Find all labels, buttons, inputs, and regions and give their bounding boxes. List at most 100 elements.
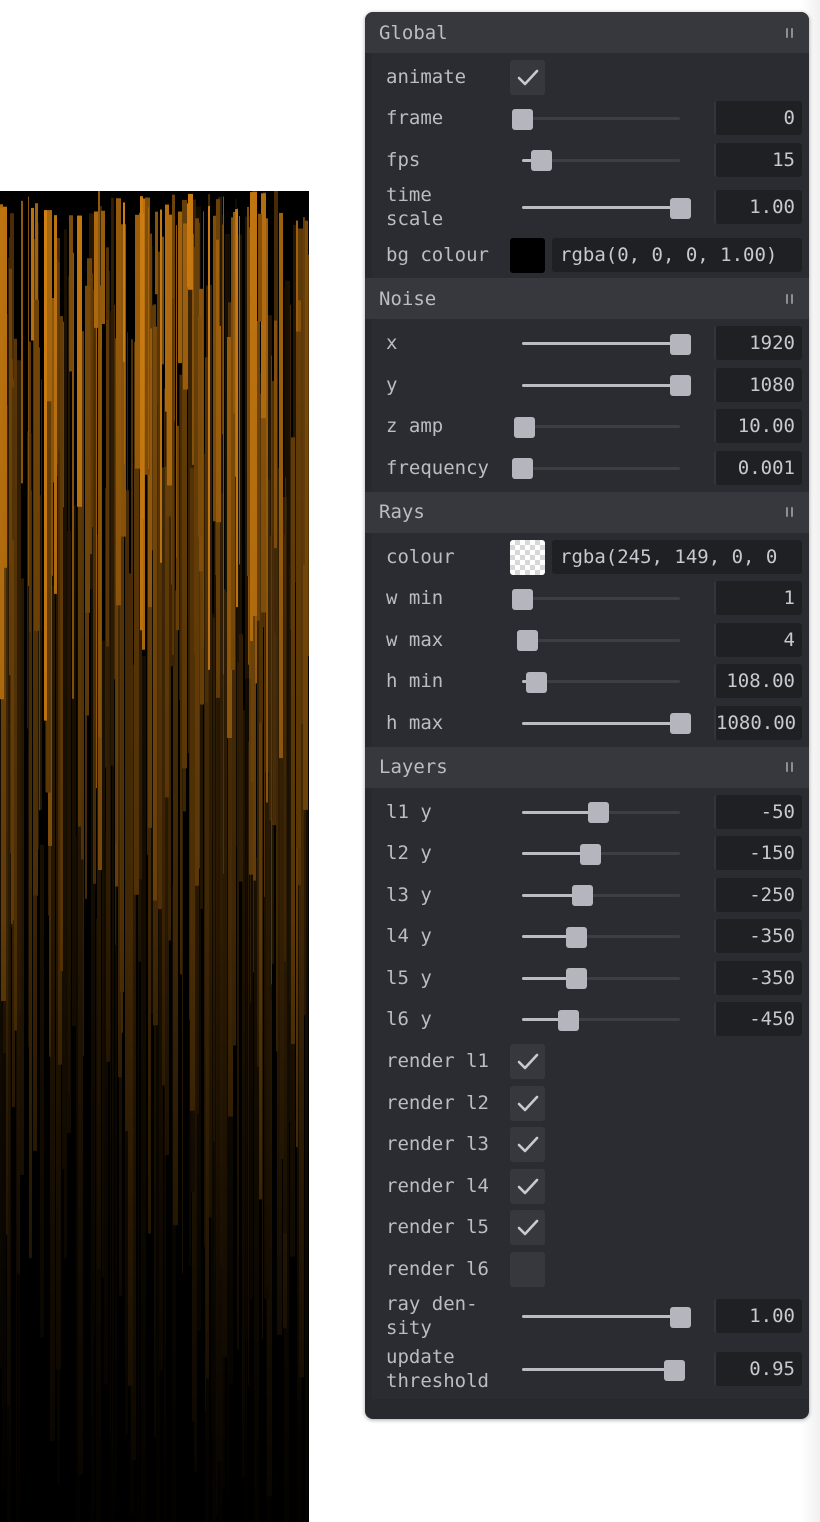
slider-handle[interactable] xyxy=(513,416,535,438)
h-max-value-input[interactable]: 1080.00 xyxy=(714,705,802,740)
l5-y-value-input[interactable]: -350 xyxy=(714,960,802,995)
folder-header-global[interactable]: Global xyxy=(365,12,809,53)
slider-handle[interactable] xyxy=(512,108,533,130)
x-value-input[interactable]: 1920 xyxy=(714,326,802,361)
w-max-slider[interactable] xyxy=(516,630,680,652)
colour-text-input[interactable]: rgba(245, 149, 0, 0 xyxy=(552,539,802,574)
control-row-ray-density: ray den-sity 1.00 xyxy=(372,1290,809,1343)
control-label: z amp xyxy=(386,415,444,438)
h-max-slider[interactable] xyxy=(522,713,691,735)
render-l4-checkbox[interactable] xyxy=(510,1168,545,1204)
frequency-value-input[interactable]: 0.001 xyxy=(714,450,802,485)
folder-body-noise: x 1920 y 1080 z amp 10.00 frequency 0.001 xyxy=(372,319,809,492)
control-label: frequency xyxy=(386,456,489,479)
control-label: ray den-sity xyxy=(372,1292,510,1340)
control-area: 10.00 xyxy=(510,406,809,448)
slider-fill xyxy=(522,1315,680,1319)
slider-handle[interactable] xyxy=(579,843,601,865)
slider-handle[interactable] xyxy=(516,630,538,652)
l3-y-slider[interactable] xyxy=(522,885,680,907)
control-label: colour xyxy=(386,545,455,568)
l2-y-value-input[interactable]: -150 xyxy=(714,836,802,871)
y-value-input[interactable]: 1080 xyxy=(714,367,802,402)
control-area: rgba(245, 149, 0, 0 xyxy=(510,536,809,578)
frame-slider[interactable] xyxy=(512,108,680,130)
l2-y-slider[interactable] xyxy=(522,843,680,865)
folder-header-rays[interactable]: Rays xyxy=(365,491,809,533)
colour-swatch[interactable] xyxy=(510,539,545,575)
collapse-icon[interactable] xyxy=(783,760,795,774)
y-slider[interactable] xyxy=(522,375,691,397)
slider-handle[interactable] xyxy=(557,1009,579,1031)
frequency-slider[interactable] xyxy=(512,458,680,480)
h-min-value-input[interactable]: 108.00 xyxy=(714,664,802,699)
slider-handle[interactable] xyxy=(565,968,587,990)
render-l5-checkbox[interactable] xyxy=(510,1210,545,1246)
l4-y-slider[interactable] xyxy=(522,926,680,948)
slider-handle[interactable] xyxy=(565,926,587,948)
control-row-render-l1: render l1 xyxy=(372,1040,809,1082)
l1-y-slider[interactable] xyxy=(522,802,680,824)
l6-y-value-input[interactable]: -450 xyxy=(714,1002,802,1037)
collapse-icon[interactable] xyxy=(783,26,795,40)
w-min-slider[interactable] xyxy=(512,588,680,610)
h-min-slider[interactable] xyxy=(522,671,680,693)
slider-handle[interactable] xyxy=(670,197,691,219)
ray-density-value-input[interactable]: 1.00 xyxy=(714,1299,802,1334)
checkmark-icon xyxy=(517,1220,539,1236)
control-label: l6 y xyxy=(386,1008,432,1031)
slider-handle[interactable] xyxy=(512,588,533,610)
ray-density-slider[interactable] xyxy=(522,1306,691,1328)
control-area: 1080 xyxy=(510,364,809,406)
l3-y-value-input[interactable]: -250 xyxy=(714,877,802,912)
slider-fill xyxy=(522,206,680,210)
control-label: fps xyxy=(386,148,421,171)
l4-y-value-input[interactable]: -350 xyxy=(714,919,802,954)
time-scale-value-input[interactable]: 1.00 xyxy=(714,190,802,225)
fps-slider[interactable] xyxy=(522,150,680,172)
control-row-frequency: frequency 0.001 xyxy=(372,447,809,489)
folder-header-noise[interactable]: Noise xyxy=(365,278,809,320)
update-threshold-slider[interactable] xyxy=(522,1359,685,1381)
control-area xyxy=(510,1248,809,1290)
render-l2-checkbox[interactable] xyxy=(510,1085,545,1121)
collapse-icon[interactable] xyxy=(783,292,795,306)
bg-colour-text-input[interactable]: rgba(0, 0, 0, 1.00) xyxy=(552,237,802,272)
l1-y-value-input[interactable]: -50 xyxy=(714,794,802,829)
slider-handle[interactable] xyxy=(572,885,594,907)
render-l1-checkbox[interactable] xyxy=(510,1044,545,1080)
w-max-value-input[interactable]: 4 xyxy=(714,622,802,657)
folder-title: Global xyxy=(379,21,448,44)
slider-handle[interactable] xyxy=(670,333,691,355)
z-amp-value-input[interactable]: 10.00 xyxy=(714,409,802,444)
control-row-render-l6: render l6 xyxy=(372,1248,809,1290)
control-area: 15 xyxy=(510,139,809,181)
z-amp-slider[interactable] xyxy=(513,416,680,438)
x-slider[interactable] xyxy=(522,333,691,355)
l6-y-slider[interactable] xyxy=(522,1009,680,1031)
render-l6-checkbox[interactable] xyxy=(510,1252,545,1288)
control-label: h max xyxy=(386,711,444,734)
slider-handle[interactable] xyxy=(587,802,609,824)
bg-colour-swatch[interactable] xyxy=(510,237,545,273)
w-min-value-input[interactable]: 1 xyxy=(714,581,802,616)
frame-value-input[interactable]: 0 xyxy=(714,101,802,136)
slider-handle[interactable] xyxy=(526,671,548,693)
slider-handle[interactable] xyxy=(663,1359,685,1381)
time-scale-slider[interactable] xyxy=(522,197,691,219)
render-l3-checkbox[interactable] xyxy=(510,1127,545,1163)
control-area xyxy=(510,1123,809,1165)
fps-value-input[interactable]: 15 xyxy=(714,142,802,177)
control-label: x xyxy=(386,332,398,355)
slider-handle[interactable] xyxy=(512,458,533,480)
collapse-icon[interactable] xyxy=(783,505,795,519)
slider-handle[interactable] xyxy=(530,150,552,172)
l5-y-slider[interactable] xyxy=(522,968,680,990)
folder-header-layers[interactable]: Layers xyxy=(365,746,809,788)
slider-handle[interactable] xyxy=(670,713,691,735)
slider-handle[interactable] xyxy=(670,375,691,397)
animate-checkbox[interactable] xyxy=(510,59,545,95)
slider-handle[interactable] xyxy=(670,1306,691,1328)
folder-title: Layers xyxy=(379,756,448,779)
update-threshold-value-input[interactable]: 0.95 xyxy=(714,1352,802,1387)
